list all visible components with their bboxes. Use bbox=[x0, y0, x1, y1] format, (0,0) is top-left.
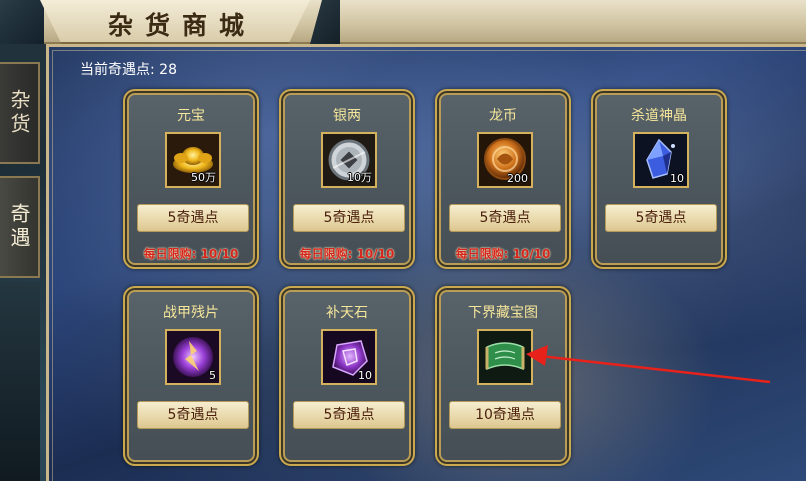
shop-item-card: 下界藏宝图 10奇遇点 bbox=[435, 286, 571, 466]
shop-item-card: 战甲残片 5 5奇遇点 bbox=[123, 286, 259, 466]
daily-limit-text: 每日限购: 10/10 bbox=[455, 247, 551, 261]
tab-encounter[interactable]: 奇遇 bbox=[0, 176, 40, 278]
tab-sundries[interactable]: 杂货 bbox=[0, 62, 40, 164]
window-title: 杂货商城 bbox=[108, 11, 257, 40]
treasure-map-icon bbox=[479, 331, 531, 383]
buy-button[interactable]: 5奇遇点 bbox=[137, 204, 249, 232]
side-decor-strip bbox=[0, 282, 40, 481]
item-name: 元宝 bbox=[177, 108, 205, 124]
tab-encounter-label: 奇遇 bbox=[7, 203, 31, 251]
item-quantity: 5 bbox=[209, 369, 216, 382]
shop-item-card: 补天石 10 5奇遇点 bbox=[279, 286, 415, 466]
daily-limit-text: 每日限购: 10/10 bbox=[299, 247, 395, 261]
item-icon-slot[interactable] bbox=[477, 329, 533, 385]
buy-button[interactable]: 5奇遇点 bbox=[293, 204, 405, 232]
tab-sundries-label: 杂货 bbox=[7, 89, 31, 137]
buy-button[interactable]: 10奇遇点 bbox=[449, 401, 561, 429]
shop-item-card: 银两 10万 5奇遇点 每日限购: 10/10 bbox=[279, 89, 415, 269]
item-name: 下界藏宝图 bbox=[468, 305, 538, 321]
buy-button[interactable]: 5奇遇点 bbox=[449, 204, 561, 232]
shop-item-card: 杀道神晶 10 5奇遇点 bbox=[591, 89, 727, 269]
item-icon-slot[interactable]: 10 bbox=[321, 329, 377, 385]
shop-item-card: 龙币 200 5奇遇点 每日限购: 10/10 bbox=[435, 89, 571, 269]
item-quantity: 50万 bbox=[191, 171, 216, 184]
title-corner-left bbox=[0, 0, 44, 44]
item-name: 战甲残片 bbox=[163, 305, 219, 321]
daily-limit-text: 每日限购: 10/10 bbox=[143, 247, 239, 261]
buy-button[interactable]: 5奇遇点 bbox=[293, 401, 405, 429]
item-icon-slot[interactable]: 50万 bbox=[165, 132, 221, 188]
item-icon-slot[interactable]: 200 bbox=[477, 132, 533, 188]
item-quantity: 10万 bbox=[347, 171, 372, 184]
item-quantity: 10 bbox=[670, 172, 684, 185]
item-quantity: 10 bbox=[358, 369, 372, 382]
item-name: 补天石 bbox=[326, 305, 368, 321]
item-icon-slot[interactable]: 10 bbox=[633, 132, 689, 188]
current-points-label: 当前奇遇点: 28 bbox=[80, 62, 177, 78]
item-quantity: 200 bbox=[507, 172, 528, 185]
shop-item-card: 元宝 50万 5奇遇点 每日限购: 10/10 bbox=[123, 89, 259, 269]
item-icon-slot[interactable]: 5 bbox=[165, 329, 221, 385]
buy-button[interactable]: 5奇遇点 bbox=[137, 401, 249, 429]
buy-button[interactable]: 5奇遇点 bbox=[605, 204, 717, 232]
item-name: 龙币 bbox=[489, 108, 517, 124]
item-name: 杀道神晶 bbox=[631, 108, 687, 124]
item-icon-slot[interactable]: 10万 bbox=[321, 132, 377, 188]
item-name: 银两 bbox=[333, 108, 361, 124]
